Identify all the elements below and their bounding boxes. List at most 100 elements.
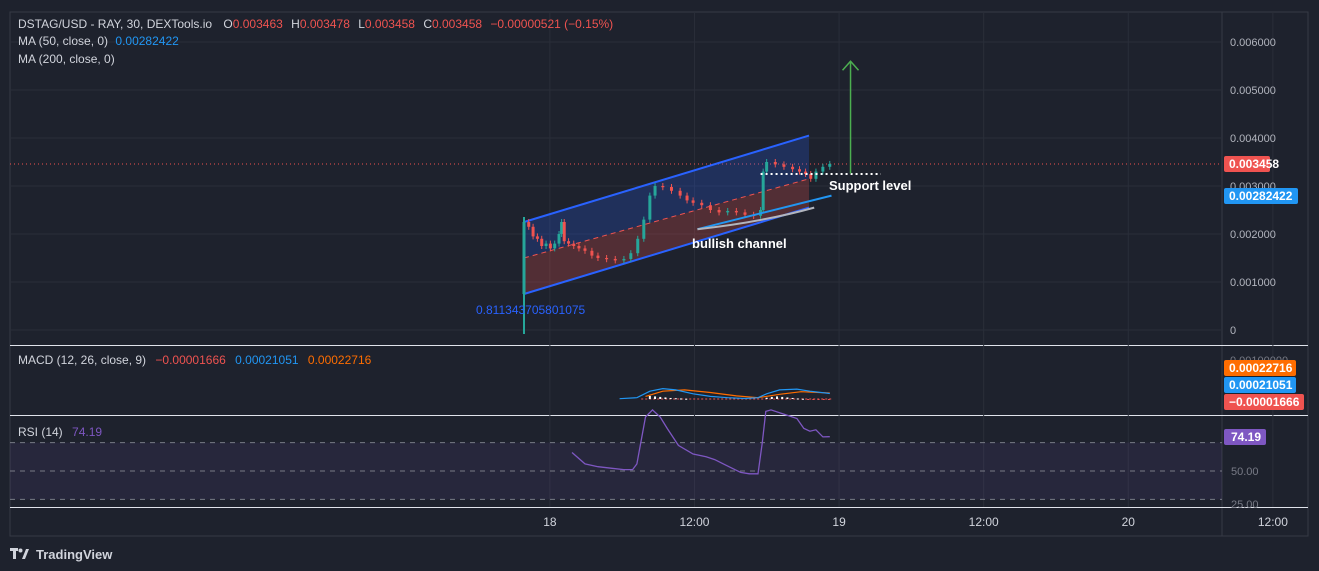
rsi-legend: RSI (14) 74.19 [18, 425, 102, 439]
price-tick-label: 0.004000 [1230, 133, 1276, 145]
tradingview-branding[interactable]: TradingView [10, 544, 112, 564]
candle-body [773, 162, 777, 165]
macd-legend: MACD (12, 26, close, 9) −0.00001666 0.00… [18, 353, 372, 367]
svg-text:0.003458: 0.003458 [1229, 157, 1279, 171]
macd-hist-bar [776, 396, 779, 399]
candle-body [531, 226, 535, 237]
ma50-price-tag: 0.00282422 [1224, 188, 1298, 204]
candle-body [828, 163, 832, 167]
macd-hist-tag: −0.00001666 [1224, 394, 1304, 410]
rsi-tag: 74.19 [1224, 429, 1266, 445]
bullish-channel-label: bullish channel [692, 236, 787, 251]
candle-body [814, 171, 818, 179]
price-tick-label: 0.005000 [1230, 85, 1276, 97]
svg-text:74.19: 74.19 [1231, 430, 1261, 444]
candle-body [583, 248, 587, 251]
candle-body [613, 258, 617, 261]
macd-hist-bar [812, 399, 815, 400]
candle-body [540, 238, 544, 246]
symbol-title: DSTAG/USD - RAY, 30, DEXTools.io [18, 17, 212, 31]
support-level-label: Support level [829, 178, 911, 193]
macd-signal-value: 0.00022716 [308, 353, 372, 367]
low-value-label: 0.811343705801075 [476, 303, 586, 317]
candle-body [553, 243, 557, 249]
candle-body [527, 222, 531, 227]
macd-hist-bar [817, 399, 820, 400]
macd-hist-bar [685, 398, 688, 400]
candle-body [734, 210, 738, 213]
candle-body [560, 222, 564, 234]
candle-body [782, 164, 786, 167]
time-tick-label: 20 [1122, 515, 1136, 529]
time-tick-label: 12:00 [969, 515, 999, 529]
time-tick-label: 18 [543, 515, 557, 529]
ohlc-high-value: 0.003478 [300, 17, 350, 31]
ma50-value: 0.00282422 [115, 34, 179, 48]
candle-body [622, 258, 626, 261]
candle-body [557, 234, 561, 244]
macd-hist-bar [786, 397, 789, 399]
macd-signal-tag: 0.00022716 [1224, 360, 1296, 376]
macd-hist-bar [827, 399, 830, 400]
candle-body [691, 200, 695, 203]
candle-body [765, 162, 769, 172]
rsi-tick-25: 25.00 [1231, 499, 1259, 511]
macd-line-value: 0.00021051 [235, 353, 299, 367]
ohlc-low-value: 0.003458 [365, 17, 415, 31]
candle-body [548, 243, 552, 249]
candle-body [653, 186, 657, 196]
candle-body [708, 205, 712, 210]
candle-body [700, 202, 704, 206]
candle-body [642, 219, 646, 239]
macd-hist-bar [664, 397, 667, 399]
macd-hist-bar [674, 398, 677, 400]
price-tick-label: 0.006000 [1230, 37, 1276, 49]
ohlc-high-label: H [291, 17, 300, 31]
macd-hist-bar [781, 396, 784, 399]
svg-text:0.00021051: 0.00021051 [1229, 378, 1293, 392]
price-change: −0.00000521 (−0.15%) [490, 17, 613, 31]
candle-body [590, 250, 594, 256]
candle-body [572, 243, 576, 246]
last-price-tag: 0.003458 [1224, 156, 1279, 172]
ohlc-open-label: O [223, 17, 232, 31]
legend-line-2: MA (50, close, 0) 0.00282422 [18, 34, 179, 48]
ohlc-close-value: 0.003458 [432, 17, 482, 31]
svg-text:0.00022716: 0.00022716 [1229, 361, 1293, 375]
candle-body [798, 169, 802, 172]
price-tick-label: 0.002000 [1230, 229, 1276, 241]
svg-text:0.00282422: 0.00282422 [1229, 189, 1293, 203]
macd-hist-bar [648, 395, 651, 399]
candle-body [605, 258, 609, 260]
tradingview-wordmark: TradingView [36, 546, 113, 562]
chart-canvas: 0.0060000.0050000.0040000.0030000.002000… [9, 11, 1309, 537]
macd-hist-bar [770, 396, 773, 399]
macd-hist-bar [796, 398, 799, 400]
macd-hist-bar [791, 397, 794, 399]
price-tick-label: 0.001000 [1230, 277, 1276, 289]
macd-hist-bar [822, 399, 825, 400]
svg-text:−0.00001666: −0.00001666 [1229, 395, 1300, 409]
macd-hist-bar [807, 399, 810, 400]
candle-body [596, 255, 600, 258]
ma50-label: MA (50, close, 0) [18, 34, 108, 48]
price-tick-label: 0 [1230, 325, 1236, 337]
candle-body [743, 212, 747, 215]
macd-line-tag: 0.00021051 [1224, 377, 1296, 393]
time-tick-label: 12:00 [1258, 515, 1288, 529]
time-tick-label: 12:00 [679, 515, 709, 529]
candle-body [669, 186, 673, 191]
tradingview-logo-icon [10, 548, 30, 560]
macd-hist-bar [654, 396, 657, 399]
macd-hist-bar [765, 397, 768, 399]
rsi-label: RSI (14) [18, 425, 63, 439]
candle-body [678, 190, 682, 196]
candle-body [562, 222, 566, 242]
candle-body [535, 236, 539, 239]
time-tick-label: 19 [832, 515, 846, 529]
candle-body [661, 186, 665, 188]
macd-hist-bar [679, 398, 682, 400]
ma200-label: MA (200, close, 0) [18, 52, 115, 66]
ohlc-open-value: 0.003463 [233, 17, 283, 31]
macd-label: MACD (12, 26, close, 9) [18, 353, 146, 367]
